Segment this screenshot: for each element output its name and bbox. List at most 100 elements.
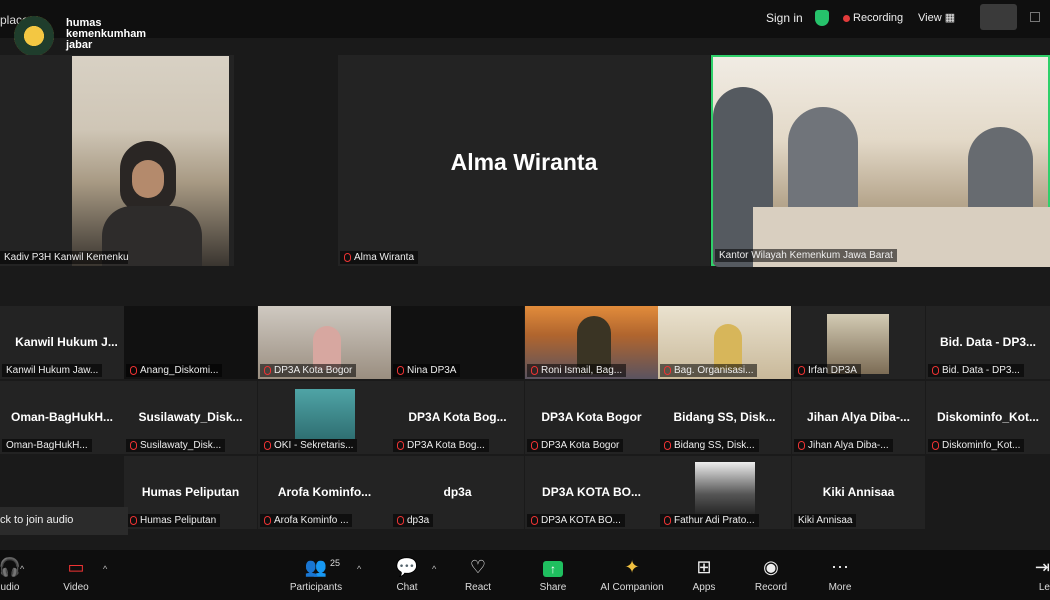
participant-display-name: Alma Wiranta	[450, 149, 598, 175]
grid-tile[interactable]: Irfan DP3A	[792, 306, 925, 379]
audio-options-caret-icon[interactable]: ^	[20, 564, 24, 574]
restore-button[interactable]	[1030, 12, 1040, 22]
grid-tile[interactable]: Susilawaty_Disk... Susilawaty_Disk...	[124, 381, 257, 454]
share-label: Share	[539, 582, 567, 593]
participant-name: OKI - Sekretaris...	[274, 440, 354, 451]
more-icon: ⋯	[831, 557, 849, 577]
grid-tile[interactable]: Roni Ismail, Bag...	[525, 306, 658, 379]
muted-mic-icon	[264, 515, 271, 525]
react-button[interactable]: ♡ React	[438, 556, 518, 593]
grid-tile[interactable]: DP3A Kota Bogor	[258, 306, 391, 379]
muted-mic-icon	[397, 440, 404, 450]
participant-name: Anang_Diskomi...	[140, 365, 219, 376]
join-audio-popup[interactable]: ck to join audio	[0, 507, 128, 535]
grid-tile[interactable]: Jihan Alya Diba-... Jihan Alya Diba-...	[792, 381, 925, 454]
tile-label: Roni Ismail, Bag...	[527, 364, 627, 377]
meeting-toolbar: 🎧 udio ^ ▭ Video ^ 👥 Participants 25 ^ 💬…	[0, 550, 1050, 600]
grid-tile[interactable]: Anang_Diskomi...	[124, 306, 257, 379]
tile-name: Jihan Alya Diba-...	[807, 410, 910, 424]
react-label: React	[464, 582, 492, 593]
tile-label: Diskominfo_Kot...	[928, 439, 1025, 452]
recording-indicator[interactable]: Recording	[853, 12, 903, 24]
muted-mic-icon	[264, 440, 271, 450]
participants-caret-icon[interactable]: ^	[357, 564, 361, 574]
sparkle-icon: ✦	[624, 557, 640, 577]
participant-name: DP3A KOTA BO...	[541, 515, 621, 526]
grid-tile[interactable]: DP3A KOTA BO... DP3A KOTA BO...	[525, 456, 658, 529]
grid-tile[interactable]: Bid. Data - DP3... Bid. Data - DP3...	[926, 306, 1050, 379]
muted-mic-icon	[264, 365, 271, 375]
participant-name: Irfan DP3A	[808, 365, 857, 376]
participant-name: Kantor Wilayah Kemenkum Jawa Barat	[719, 250, 893, 261]
tile-label: DP3A KOTA BO...	[527, 514, 625, 527]
muted-mic-icon	[664, 440, 671, 450]
grid-tile[interactable]: DP3A Kota Bogor DP3A Kota Bogor	[525, 381, 658, 454]
grid-tile[interactable]: DP3A Kota Bog... DP3A Kota Bog...	[391, 381, 524, 454]
tile-label: DP3A Kota Bogor	[260, 364, 357, 377]
tile-label: Fathur Adi Prato...	[660, 514, 759, 527]
grid-tile[interactable]: Humas Peliputan Humas Peliputan	[124, 456, 257, 529]
participant-name: dp3a	[407, 515, 430, 526]
video-tile-room-active-speaker[interactable]: Kantor Wilayah Kemenkum Jawa Barat	[711, 55, 1050, 267]
muted-mic-icon	[932, 365, 939, 375]
grid-tile[interactable]: Bag. Organisasi...	[658, 306, 791, 379]
chat-button[interactable]: 💬 Chat	[367, 556, 447, 593]
video-button[interactable]: ▭ Video	[36, 556, 116, 593]
tile-label: Susilawaty_Disk...	[126, 439, 226, 452]
share-button[interactable]: ↑ Share	[513, 556, 593, 593]
video-tile-woman[interactable]: Kadiv P3H Kanwil Kemenkum Jabar	[0, 55, 234, 266]
participant-video	[72, 56, 229, 266]
tile-label: Jihan Alya Diba-...	[794, 439, 893, 452]
chat-caret-icon[interactable]: ^	[432, 564, 436, 574]
grid-tile[interactable]: dp3a dp3a	[391, 456, 524, 529]
tile-name: Kiki Annisaa	[822, 485, 895, 499]
grid-tile[interactable]: Kiki Annisaa Kiki Annisaa	[792, 456, 925, 529]
encryption-shield-icon[interactable]	[815, 10, 829, 26]
participant-name: DP3A Kota Bogor	[541, 440, 620, 451]
more-label: More	[828, 582, 852, 593]
participant-name: Bidang SS, Disk...	[674, 440, 755, 451]
tile-label: Kanwil Hukum Jaw...	[2, 364, 103, 377]
record-icon: ◉	[763, 557, 779, 577]
muted-mic-icon	[130, 365, 137, 375]
participant-name: Fathur Adi Prato...	[674, 515, 755, 526]
tile-name: Humas Peliputan	[141, 485, 240, 499]
record-label: Record	[754, 582, 788, 593]
grid-tile[interactable]: Diskominfo_Kot... Diskominfo_Kot...	[926, 381, 1050, 454]
participant-name: Kadiv P3H Kanwil Kemenkum Jabar	[4, 252, 128, 263]
face-shape	[132, 160, 164, 198]
grid-tile[interactable]: Nina DP3A	[391, 306, 524, 379]
view-button[interactable]: View ▦	[918, 11, 955, 24]
participant-name: Nina DP3A	[407, 365, 457, 376]
grid-tile[interactable]: OKI - Sekretaris...	[258, 381, 391, 454]
participant-name: Alma Wiranta	[354, 252, 415, 263]
tile-label: DP3A Kota Bogor	[527, 439, 624, 452]
grid-tile[interactable]: Bidang SS, Disk... Bidang SS, Disk...	[658, 381, 791, 454]
chat-label: Chat	[396, 582, 418, 593]
tile-name: Bid. Data - DP3...	[939, 335, 1037, 349]
grid-icon: ▦	[944, 12, 956, 24]
participants-button[interactable]: 👥 Participants	[276, 556, 356, 593]
video-tile-alma[interactable]: Alma Wiranta Alma Wiranta	[338, 55, 710, 266]
sign-in-link[interactable]: Sign in	[766, 11, 803, 25]
video-options-caret-icon[interactable]: ^	[103, 564, 107, 574]
top-bar: place Sign in Recording View ▦	[0, 0, 1050, 38]
participant-name: Roni Ismail, Bag...	[541, 365, 623, 376]
view-label: View	[918, 12, 942, 24]
record-button[interactable]: ◉ Record	[731, 556, 811, 593]
participant-name: Humas Peliputan	[140, 515, 217, 526]
ai-companion-button[interactable]: ✦ AI Companion	[592, 556, 672, 593]
tile-name: Kanwil Hukum J...	[15, 335, 118, 349]
minimize-button[interactable]	[980, 4, 1017, 30]
grid-tile[interactable]: Arofa Kominfo... Arofa Kominfo ...	[258, 456, 391, 529]
grid-tile[interactable]: Oman-BagHukH... Oman-BagHukH...	[0, 381, 124, 454]
muted-mic-icon	[798, 440, 805, 450]
grid-tile[interactable]: Kanwil Hukum J... Kanwil Hukum Jaw...	[0, 306, 133, 379]
leave-button[interactable]: ⇥ Le	[1010, 556, 1050, 593]
tile-name: DP3A KOTA BO...	[542, 485, 641, 499]
more-button[interactable]: ⋯ More	[800, 556, 880, 593]
participant-name: Oman-BagHukH...	[6, 440, 88, 451]
heart-icon: ♡	[469, 557, 487, 577]
grid-tile[interactable]: Fathur Adi Prato...	[658, 456, 791, 529]
participants-icon: 👥	[304, 557, 328, 577]
